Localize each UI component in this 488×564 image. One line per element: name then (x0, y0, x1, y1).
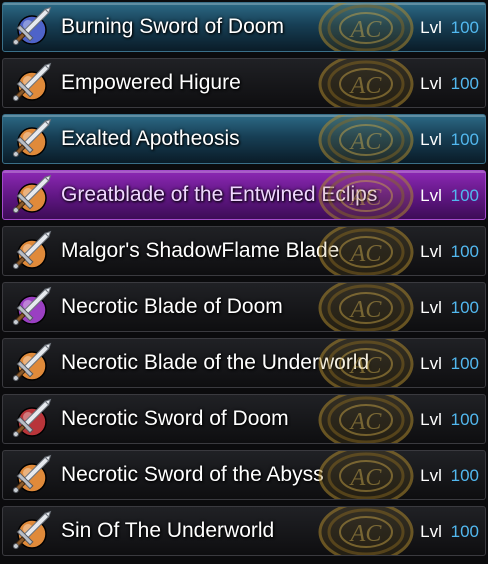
item-level: Lvl 100 (420, 186, 479, 206)
item-row-2[interactable]: Empowered Higure AC Lvl 100 (2, 58, 486, 108)
sword-icon (8, 118, 52, 162)
item-row-9[interactable]: Necrotic Sword of the Abyss AC Lvl 100 (2, 450, 486, 500)
item-name: Sin Of The Underworld (61, 519, 275, 542)
svg-text:AC: AC (349, 17, 383, 43)
ac-emblem-icon: AC (316, 283, 416, 331)
item-row-5[interactable]: Malgor's ShadowFlame Blade AC Lvl 100 (2, 226, 486, 276)
level-label: Lvl (420, 74, 442, 93)
item-name: Necrotic Blade of Doom (61, 295, 283, 318)
svg-text:AC: AC (349, 73, 383, 99)
level-label: Lvl (420, 298, 442, 317)
svg-text:AC: AC (349, 297, 383, 323)
svg-text:AC: AC (349, 521, 383, 547)
svg-text:AC: AC (349, 465, 383, 491)
item-name: Malgor's ShadowFlame Blade (61, 239, 340, 262)
item-name: Necrotic Sword of the Abyss (61, 463, 324, 486)
ac-emblem-icon: AC (316, 227, 416, 275)
level-value: 100 (450, 242, 479, 261)
ac-emblem-icon: AC (316, 115, 416, 163)
item-level: Lvl 100 (420, 410, 479, 430)
item-name: Empowered Higure (61, 71, 241, 94)
item-level: Lvl 100 (420, 18, 479, 38)
level-label: Lvl (420, 18, 442, 37)
item-name: Exalted Apotheosis (61, 127, 240, 150)
ac-emblem-icon: AC (316, 3, 416, 51)
sword-icon (8, 454, 52, 498)
level-value: 100 (450, 18, 479, 37)
ac-emblem-icon: AC (316, 59, 416, 107)
level-label: Lvl (420, 242, 442, 261)
ac-emblem-icon: AC (316, 507, 416, 555)
svg-text:AC: AC (349, 129, 383, 155)
level-value: 100 (450, 74, 479, 93)
svg-text:AC: AC (349, 353, 383, 379)
sword-icon (8, 398, 52, 442)
item-row-6[interactable]: Necrotic Blade of Doom AC Lvl 100 (2, 282, 486, 332)
sword-icon (8, 174, 52, 218)
svg-text:AC: AC (349, 185, 383, 211)
level-label: Lvl (420, 410, 442, 429)
level-label: Lvl (420, 522, 442, 541)
item-name: Burning Sword of Doom (61, 15, 284, 38)
item-level: Lvl 100 (420, 354, 479, 374)
item-row-4[interactable]: Greatblade of the Entwined Eclips AC Lvl… (2, 170, 486, 220)
sword-icon (8, 510, 52, 554)
level-value: 100 (450, 410, 479, 429)
sword-icon (8, 286, 52, 330)
item-level: Lvl 100 (420, 522, 479, 542)
item-row-7[interactable]: Necrotic Blade of the Underworld AC Lvl … (2, 338, 486, 388)
svg-text:AC: AC (349, 241, 383, 267)
level-value: 100 (450, 466, 479, 485)
item-list: Burning Sword of Doom AC Lvl 100 Empower… (0, 0, 488, 564)
level-value: 100 (450, 354, 479, 373)
item-level: Lvl 100 (420, 74, 479, 94)
sword-icon (8, 62, 52, 106)
ac-emblem-icon: AC (316, 451, 416, 499)
level-label: Lvl (420, 466, 442, 485)
item-row-10[interactable]: Sin Of The Underworld AC Lvl 100 (2, 506, 486, 556)
level-label: Lvl (420, 130, 442, 149)
ac-emblem-icon: AC (316, 171, 416, 219)
item-level: Lvl 100 (420, 298, 479, 318)
level-value: 100 (450, 298, 479, 317)
item-level: Lvl 100 (420, 130, 479, 150)
ac-emblem-icon: AC (316, 339, 416, 387)
level-label: Lvl (420, 186, 442, 205)
item-level: Lvl 100 (420, 242, 479, 262)
ac-emblem-icon: AC (316, 395, 416, 443)
svg-text:AC: AC (349, 409, 383, 435)
item-row-8[interactable]: Necrotic Sword of Doom AC Lvl 100 (2, 394, 486, 444)
level-label: Lvl (420, 354, 442, 373)
level-value: 100 (450, 186, 479, 205)
sword-icon (8, 342, 52, 386)
sword-icon (8, 230, 52, 274)
sword-icon (8, 6, 52, 50)
level-value: 100 (450, 130, 479, 149)
item-name: Necrotic Sword of Doom (61, 407, 289, 430)
item-level: Lvl 100 (420, 466, 479, 486)
level-value: 100 (450, 522, 479, 541)
item-row-3[interactable]: Exalted Apotheosis AC Lvl 100 (2, 114, 486, 164)
item-row-1[interactable]: Burning Sword of Doom AC Lvl 100 (2, 2, 486, 52)
